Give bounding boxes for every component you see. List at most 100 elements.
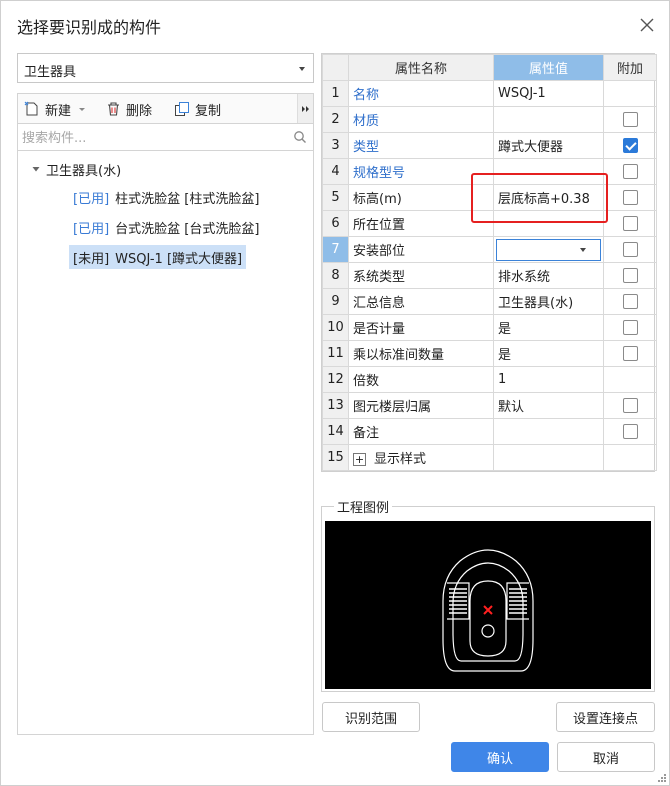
tree-item[interactable]: [已用] 台式洗脸盆 [台式洗脸盆]	[69, 215, 263, 239]
extra-checkbox[interactable]	[622, 398, 638, 413]
property-row[interactable]: 6 所在位置	[322, 210, 657, 237]
property-row[interactable]: 3 类型 蹲式大便器	[322, 132, 657, 159]
install-location-dropdown[interactable]	[496, 238, 601, 261]
header-extra[interactable]: 附加	[603, 54, 657, 81]
property-row[interactable]: 14 备注	[322, 418, 657, 445]
property-row[interactable]: 5 标高(m) 层底标高+0.38	[322, 184, 657, 211]
property-row[interactable]: 11 乘以标准间数量是	[322, 340, 657, 367]
property-value[interactable]: 是	[493, 314, 604, 341]
extra-checkbox[interactable]	[622, 112, 638, 127]
property-row[interactable]: 1 名称 WSQJ-1	[322, 80, 657, 107]
property-row[interactable]: 2 材质	[322, 106, 657, 133]
header-property-value[interactable]: 属性值	[493, 54, 604, 81]
chevron-down-icon	[580, 247, 586, 252]
property-name: 规格型号	[348, 158, 494, 185]
copy-button[interactable]: 复制	[174, 94, 221, 124]
property-value[interactable]	[493, 444, 604, 471]
property-name: 备注	[348, 418, 494, 445]
extra-checkbox[interactable]	[622, 294, 638, 309]
set-connection-point-button[interactable]: 设置连接点	[556, 702, 655, 732]
tree-root-node[interactable]: 卫生器具(水)	[32, 159, 121, 179]
property-value[interactable]	[493, 106, 604, 133]
trash-icon	[108, 102, 119, 116]
tree-item[interactable]: [已用] 柱式洗脸盆 [柱式洗脸盆]	[69, 185, 263, 209]
extra-cell	[603, 444, 657, 471]
component-panel: 卫生器具 新建 删除 复制 搜索构件... 卫生器具(水) [已用] 柱式洗脸盆…	[17, 53, 314, 735]
property-name: 系统类型	[348, 262, 494, 289]
extra-checkbox[interactable]	[622, 424, 638, 439]
component-tree: 卫生器具(水) [已用] 柱式洗脸盆 [柱式洗脸盆] [已用] 台式洗脸盆 [台…	[17, 151, 314, 735]
property-value[interactable]: 层底标高+0.38	[493, 184, 604, 211]
category-select[interactable]: 卫生器具	[17, 53, 314, 83]
property-row[interactable]: 13 图元楼层归属 默认	[322, 392, 657, 419]
row-number: 7	[322, 236, 349, 263]
tree-item-selected[interactable]: [未用] WSQJ-1 [蹲式大便器]	[69, 245, 247, 269]
property-value[interactable]: 1	[493, 366, 604, 393]
legend-preview	[325, 521, 651, 689]
property-row[interactable]: 12 倍数 1	[322, 366, 657, 393]
extra-checkbox[interactable]	[622, 346, 638, 361]
row-number: 11	[322, 340, 349, 367]
close-icon	[640, 18, 654, 32]
row-number: 3	[322, 132, 349, 159]
extra-cell	[603, 80, 657, 107]
extra-cell	[603, 132, 657, 159]
extra-checkbox[interactable]	[622, 268, 638, 283]
toolbar-overflow-button[interactable]	[297, 94, 313, 124]
title-bar: 选择要识别成的构件	[1, 1, 669, 47]
row-number: 15	[322, 444, 349, 471]
property-name: 类型	[348, 132, 494, 159]
tree-item-status: [未用]	[73, 251, 110, 267]
chevron-down-icon	[79, 108, 86, 111]
ok-button[interactable]: 确认	[451, 742, 549, 772]
extra-checkbox[interactable]	[622, 138, 638, 153]
property-row[interactable]: 8 系统类型 排水系统	[322, 262, 657, 289]
property-row[interactable]: 9 汇总信息 卫生器具(水)	[322, 288, 657, 315]
property-name: + 显示样式	[348, 444, 494, 471]
header-corner	[322, 54, 349, 81]
chevron-down-icon	[299, 67, 305, 71]
identify-range-button[interactable]: 识别范围	[322, 702, 420, 732]
property-row[interactable]: 10 是否计量是	[322, 314, 657, 341]
extra-checkbox[interactable]	[622, 242, 638, 257]
extra-checkbox[interactable]	[622, 216, 638, 231]
header-property-name[interactable]: 属性名称	[348, 54, 494, 81]
property-value[interactable]	[493, 210, 604, 237]
row-number: 8	[322, 262, 349, 289]
property-value[interactable]	[493, 236, 604, 263]
close-button[interactable]	[633, 11, 661, 39]
expand-plus-icon[interactable]: +	[353, 453, 366, 466]
property-value[interactable]: 蹲式大便器	[493, 132, 604, 159]
extra-checkbox[interactable]	[622, 190, 638, 205]
cancel-button[interactable]: 取消	[557, 742, 655, 772]
property-row[interactable]: 15 + 显示样式	[322, 444, 657, 471]
property-value[interactable]: 是	[493, 340, 604, 367]
extra-cell	[603, 392, 657, 419]
search-icon[interactable]	[293, 130, 307, 144]
resize-grip-icon[interactable]	[657, 773, 667, 783]
new-button[interactable]: 新建	[24, 94, 86, 124]
extra-checkbox[interactable]	[622, 320, 638, 335]
property-value[interactable]	[493, 158, 604, 185]
row-number: 4	[322, 158, 349, 185]
property-value[interactable]	[493, 418, 604, 445]
property-value[interactable]: WSQJ-1	[493, 80, 604, 107]
property-row[interactable]: 4 规格型号	[322, 158, 657, 185]
collapse-arrow-icon[interactable]	[32, 165, 40, 173]
tree-item-status: [已用]	[73, 221, 110, 237]
extra-cell	[603, 288, 657, 315]
tree-item-label: 柱式洗脸盆 [柱式洗脸盆]	[115, 191, 260, 207]
property-value[interactable]: 排水系统	[493, 262, 604, 289]
row-number: 13	[322, 392, 349, 419]
row-number: 9	[322, 288, 349, 315]
legend-panel: 工程图例	[321, 497, 655, 692]
property-name: 乘以标准间数量	[348, 340, 494, 367]
double-chevron-right-icon	[301, 106, 309, 112]
delete-button[interactable]: 删除	[106, 94, 152, 124]
search-input[interactable]	[22, 127, 282, 149]
extra-checkbox[interactable]	[622, 164, 638, 179]
new-button-label: 新建	[45, 103, 72, 119]
property-value[interactable]: 默认	[493, 392, 604, 419]
property-value[interactable]: 卫生器具(水)	[493, 288, 604, 315]
property-row[interactable]: 7 安装部位	[322, 236, 657, 263]
